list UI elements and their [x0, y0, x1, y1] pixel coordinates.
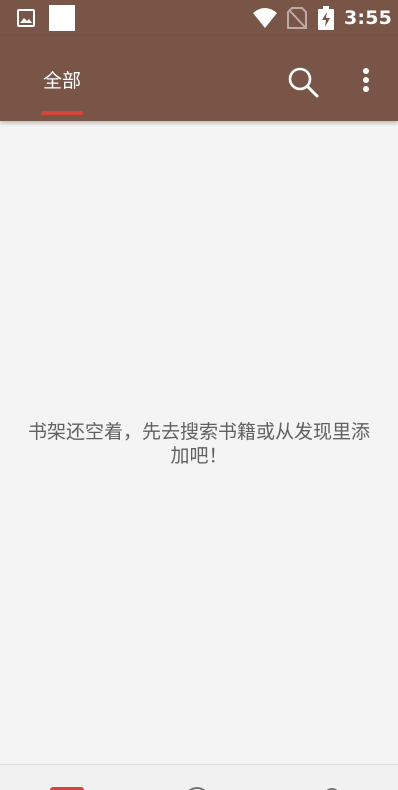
- app-screen: 3:55 全部 书架还空着，先去搜索书籍或从发现里添加吧！: [0, 0, 398, 790]
- battery-charging-icon: [318, 6, 334, 30]
- status-clock: 3:55: [344, 7, 393, 29]
- tab-label: 全部: [42, 70, 81, 92]
- search-icon[interactable]: [284, 63, 322, 101]
- no-sim-icon: [287, 7, 307, 29]
- nav-discover[interactable]: [184, 785, 214, 790]
- nav-profile[interactable]: [318, 785, 348, 790]
- wifi-icon: [253, 8, 277, 28]
- app-bar: 全部: [0, 36, 398, 121]
- status-bar: 3:55: [0, 0, 398, 36]
- more-vert-icon[interactable]: [352, 63, 380, 101]
- gallery-icon: [17, 9, 35, 27]
- nav-bookshelf[interactable]: [50, 785, 84, 790]
- tab-selected-indicator: [41, 111, 83, 115]
- notification-square-icon: [49, 5, 75, 31]
- empty-bookshelf-message: 书架还空着，先去搜索书籍或从发现里添加吧！: [27, 421, 370, 467]
- bottom-navigation: [0, 764, 398, 790]
- tab-all[interactable]: 全部: [33, 36, 91, 121]
